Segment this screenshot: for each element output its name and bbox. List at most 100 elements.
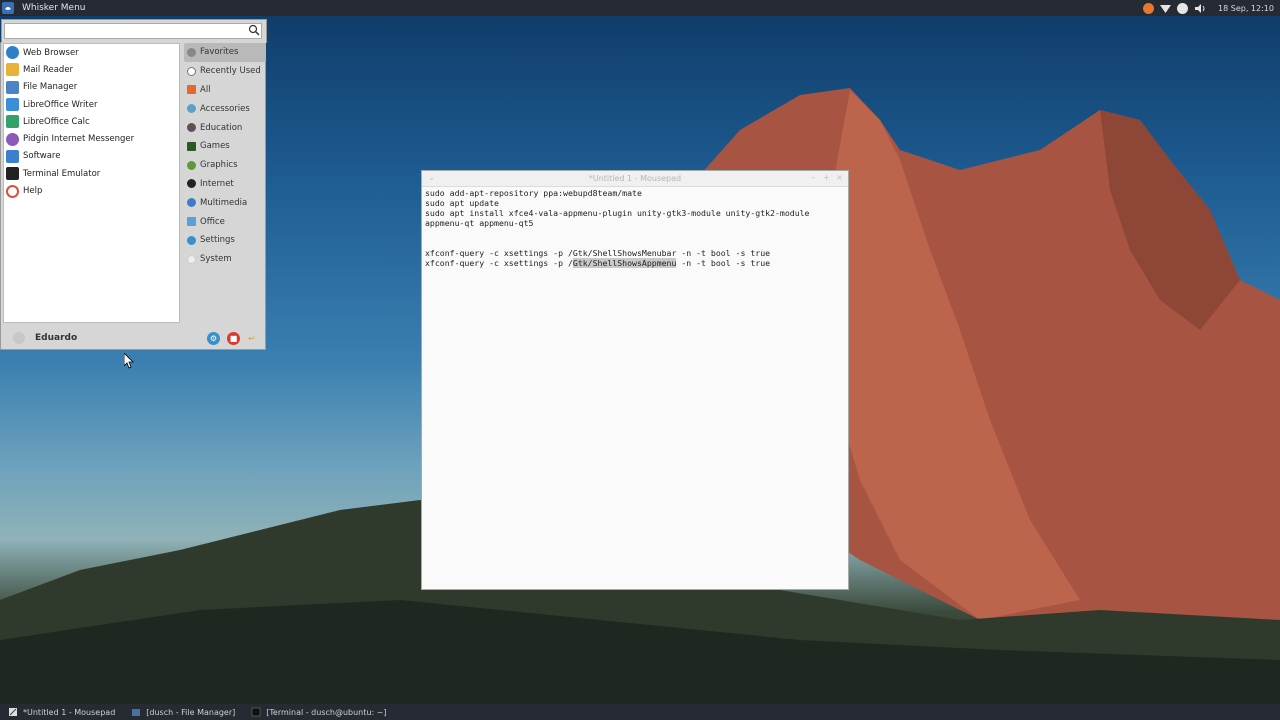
category-settings[interactable]: Settings — [184, 231, 266, 250]
category-label: Recently Used — [200, 66, 261, 77]
logout-button[interactable]: ↩ — [245, 332, 258, 345]
category-education[interactable]: Education — [184, 118, 266, 137]
category-office[interactable]: Office — [184, 212, 266, 231]
task-mousepad[interactable]: *Untitled 1 - Mousepad — [0, 704, 123, 720]
whisker-menu: Web Browser Mail Reader File Manager Lib… — [0, 19, 267, 350]
category-label: All — [200, 84, 211, 95]
fav-item-label: File Manager — [23, 82, 78, 93]
category-favorites[interactable]: Favorites — [184, 43, 266, 62]
calc-icon — [6, 115, 19, 129]
clock-icon — [187, 66, 196, 76]
category-recently-used[interactable]: Recently Used — [184, 62, 266, 81]
category-label: Favorites — [200, 47, 239, 58]
category-label: System — [200, 254, 232, 265]
system-icon — [187, 254, 196, 264]
xfce-logo-icon[interactable] — [0, 0, 16, 16]
task-label: [dusch - File Manager] — [146, 707, 236, 717]
selected-text: Gtk/ShellShowsAppmenu — [572, 258, 677, 268]
task-label: *Untitled 1 - Mousepad — [23, 707, 116, 717]
fav-item-label: Web Browser — [23, 47, 79, 58]
maximize-button[interactable]: + — [822, 173, 831, 182]
top-panel: Whisker Menu 18 Sep, 12:10 — [0, 0, 1280, 16]
lock-screen-button[interactable]: ■ — [227, 332, 240, 345]
settings-icon — [187, 235, 196, 245]
category-label: Settings — [200, 235, 235, 246]
terminal-icon — [6, 167, 19, 181]
internet-icon — [187, 179, 196, 189]
settings-manager-button[interactable]: ⚙ — [207, 332, 220, 345]
window-titlebar[interactable]: ⌄ *Untitled 1 - Mousepad – + × — [422, 171, 848, 187]
category-system[interactable]: System — [184, 250, 266, 269]
favorites-list: Web Browser Mail Reader File Manager Lib… — [3, 43, 180, 323]
code-line-selected: xfconf-query -c xsettings -p /Gtk/ShellS… — [425, 258, 846, 268]
globe-icon — [6, 46, 19, 60]
category-label: Accessories — [200, 103, 250, 114]
fav-item-web-browser[interactable]: Web Browser — [4, 44, 179, 61]
code-line: sudo apt install xfce4-vala-appmenu-plug… — [425, 208, 810, 218]
notification-icon[interactable] — [1177, 2, 1189, 14]
category-internet[interactable]: Internet — [184, 175, 266, 194]
folder-icon — [6, 80, 19, 94]
fav-item-help[interactable]: Help — [4, 182, 179, 199]
search-input[interactable] — [4, 23, 262, 39]
terminal-icon — [251, 707, 261, 717]
fav-item-mail-reader[interactable]: Mail Reader — [4, 61, 179, 78]
games-icon — [187, 141, 196, 151]
category-label: Graphics — [200, 160, 238, 171]
task-file-manager[interactable]: [dusch - File Manager] — [123, 704, 243, 720]
menu-footer: Eduardo ⚙ ■ ↩ — [1, 326, 265, 350]
fav-item-software[interactable]: Software — [4, 148, 179, 165]
code-text: -n -t bool -s true — [676, 258, 771, 268]
star-icon — [187, 47, 196, 57]
code-line: sudo apt update — [425, 198, 499, 208]
pidgin-icon — [6, 132, 19, 146]
fav-item-label: Pidgin Internet Messenger — [23, 134, 135, 145]
volume-icon[interactable] — [1194, 3, 1206, 14]
fav-item-label: LibreOffice Calc — [23, 116, 90, 127]
clock[interactable]: 18 Sep, 12:10 — [1218, 4, 1274, 13]
text-editor-area[interactable]: sudo add-apt-repository ppa:webupd8team/… — [425, 188, 846, 587]
category-label: Multimedia — [200, 197, 248, 208]
graphics-icon — [187, 160, 196, 170]
accessories-icon — [187, 104, 196, 114]
firefox-tray-icon[interactable] — [1143, 2, 1155, 14]
taskbar: *Untitled 1 - Mousepad [dusch - File Man… — [0, 704, 1280, 720]
network-wifi-icon[interactable] — [1160, 3, 1172, 14]
fav-item-pidgin[interactable]: Pidgin Internet Messenger — [4, 130, 179, 147]
mousepad-window: ⌄ *Untitled 1 - Mousepad – + × sudo add-… — [421, 170, 849, 590]
fav-item-file-manager[interactable]: File Manager — [4, 79, 179, 96]
task-terminal[interactable]: [Terminal - dusch@ubuntu: ~] — [243, 704, 394, 720]
code-text: xfconf-query -c xsettings -p / — [425, 258, 573, 268]
category-games[interactable]: Games — [184, 137, 266, 156]
minimize-button[interactable]: – — [809, 173, 818, 182]
window-menu-icon[interactable]: ⌄ — [427, 173, 436, 182]
fav-item-libreoffice-calc[interactable]: LibreOffice Calc — [4, 113, 179, 130]
folder-icon — [132, 709, 141, 716]
category-all[interactable]: All — [184, 81, 266, 100]
mousepad-icon — [9, 708, 17, 716]
fav-item-libreoffice-writer[interactable]: LibreOffice Writer — [4, 96, 179, 113]
fav-item-label: Mail Reader — [23, 64, 74, 75]
category-multimedia[interactable]: Multimedia — [184, 193, 266, 212]
search-icon[interactable] — [248, 24, 260, 36]
user-avatar-icon[interactable] — [13, 332, 25, 344]
categories-list: Favorites Recently Used All Accessories … — [184, 43, 266, 269]
fav-item-terminal[interactable]: Terminal Emulator — [4, 165, 179, 182]
fav-item-label: LibreOffice Writer — [23, 99, 98, 110]
category-graphics[interactable]: Graphics — [184, 156, 266, 175]
category-label: Internet — [200, 178, 234, 189]
writer-icon — [6, 98, 19, 112]
task-label: [Terminal - dusch@ubuntu: ~] — [266, 707, 387, 717]
whisker-menu-button[interactable]: Whisker Menu — [22, 3, 86, 13]
code-line: xfconf-query -c xsettings -p /Gtk/ShellS… — [425, 248, 771, 258]
category-accessories[interactable]: Accessories — [184, 99, 266, 118]
code-line: appmenu-qt appmenu-qt5 — [425, 218, 534, 228]
close-button[interactable]: × — [835, 173, 844, 182]
fav-item-label: Software — [23, 151, 61, 162]
mouse-cursor-icon — [124, 353, 134, 369]
fav-item-label: Terminal Emulator — [23, 168, 101, 179]
mail-icon — [6, 63, 19, 77]
software-icon — [6, 149, 19, 163]
